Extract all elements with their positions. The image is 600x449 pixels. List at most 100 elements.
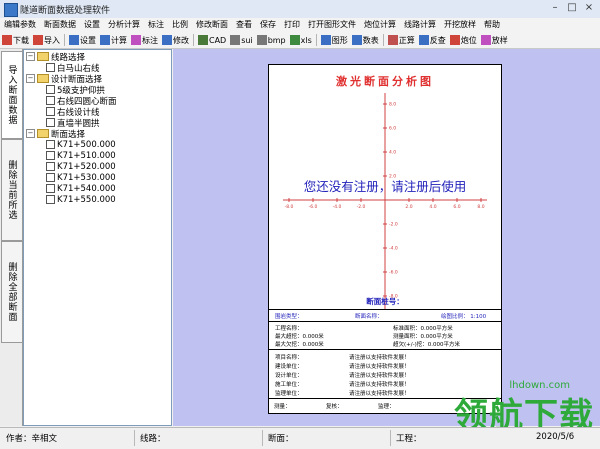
menu-item[interactable]: 帮助 (480, 18, 504, 32)
menu-item[interactable]: 编辑参数 (0, 18, 40, 32)
toolbar-button[interactable]: 炮位 (448, 33, 479, 47)
tree-label: K71+530.000 (57, 172, 116, 183)
collapse-icon[interactable]: − (26, 74, 35, 83)
menu-item[interactable]: 查看 (232, 18, 256, 32)
toolbar-button[interactable]: 正算 (386, 33, 417, 47)
toolbar-button[interactable]: 计算 (98, 33, 129, 47)
checkbox[interactable] (46, 151, 55, 160)
x-tick-label: 6.0 (453, 204, 460, 210)
status-route: 线路： (140, 434, 166, 444)
tree-item[interactable]: K71+540.000 (46, 183, 116, 194)
menu-item[interactable]: 线路计算 (400, 18, 440, 32)
tree-item[interactable]: K71+530.000 (46, 172, 116, 183)
collapse-icon[interactable]: − (26, 129, 35, 138)
checkbox[interactable] (46, 162, 55, 171)
divider (269, 321, 501, 322)
menu-item[interactable]: 打开图形文件 (304, 18, 360, 32)
menu-item[interactable]: 标注 (144, 18, 168, 32)
project-key: 施工单位： (275, 382, 303, 388)
toolbar-button[interactable]: 设置 (67, 33, 98, 47)
toolbar-button[interactable]: 修改 (160, 33, 191, 47)
close-icon[interactable]: × (582, 2, 596, 14)
toolbar-button[interactable]: 图形 (319, 33, 350, 47)
tree-item[interactable]: 5级支护仰拱 (46, 84, 105, 96)
tree-group[interactable]: − 设计断面选择 (26, 73, 102, 85)
menu-item[interactable]: 设置 (80, 18, 104, 32)
project-key: 监理单位： (275, 391, 303, 397)
checkbox[interactable] (46, 140, 55, 149)
tree-item[interactable]: K71+510.000 (46, 150, 116, 161)
checkbox[interactable] (46, 118, 55, 127)
toolbar-button[interactable]: 标注 (129, 33, 160, 47)
toolbar-button[interactable]: 反查 (417, 33, 448, 47)
menu-item[interactable]: 比例 (168, 18, 192, 32)
toolbar-button[interactable]: 放样 (479, 33, 510, 47)
tree-label: K71+500.000 (57, 139, 116, 150)
toolbar-button[interactable]: 数表 (350, 33, 381, 47)
y-tick-label: 4.0 (389, 150, 396, 156)
checkbox[interactable] (46, 184, 55, 193)
tree-item[interactable]: 右线四圆心断面 (46, 95, 117, 107)
checkbox[interactable] (46, 173, 55, 182)
x-tick-label: 4.0 (429, 204, 436, 210)
tree-item[interactable]: K71+550.000 (46, 194, 116, 205)
project-value: 请注册以支持软件发展！ (349, 355, 410, 361)
tree-item[interactable]: K71+520.000 (46, 161, 116, 172)
folder-icon (37, 129, 49, 138)
checkbox[interactable] (46, 85, 55, 94)
x-tick-label: -2.0 (357, 204, 366, 210)
toolbar-button[interactable]: bmp (255, 33, 288, 47)
project-value: 请注册以支持软件发展！ (349, 391, 410, 397)
menu-item[interactable]: 炮位计算 (360, 18, 400, 32)
divider (269, 349, 501, 350)
checkbox[interactable] (46, 63, 55, 72)
tree-item[interactable]: 白马山右线 (46, 62, 100, 74)
tree-item[interactable]: 直墙半圆拱 (46, 117, 100, 129)
toolbar-button[interactable]: sui (228, 33, 254, 47)
tree-item[interactable]: 右线设计线 (46, 106, 100, 118)
toolbar-button[interactable]: 导入 (31, 33, 62, 47)
folder-icon (37, 52, 49, 61)
toolbar-button[interactable]: CAD (196, 33, 228, 47)
status-bar: 作者：辛相文 线路： 断面： 工程： 2020/5/6 (0, 427, 600, 449)
checkbox[interactable] (46, 96, 55, 105)
section-tree[interactable]: − 线路选择 白马山右线 − 设计断面选择 5级支护仰拱 右线四圆心断面 右线设计线 直墙半圆拱… (23, 49, 172, 426)
maximize-icon[interactable]: □ (565, 2, 579, 14)
info-right: 标准面积：0.000平方米 (393, 326, 453, 332)
tree-label: 断面选择 (51, 129, 86, 140)
menu-item[interactable]: 开挖放样 (440, 18, 480, 32)
tree-label: K71+510.000 (57, 150, 116, 161)
x-tick-label: -6.0 (309, 204, 318, 210)
divider (269, 309, 501, 310)
scale-label: 绘图比例： 1:100 (441, 314, 487, 320)
checkbox[interactable] (46, 107, 55, 116)
x-tick-label: -4.0 (333, 204, 342, 210)
toolbar-button-label: 炮位 (460, 35, 477, 45)
tree-group[interactable]: − 断面选择 (26, 128, 86, 140)
tree-group[interactable]: − 线路选择 (26, 51, 85, 63)
collapse-icon[interactable]: − (26, 52, 35, 61)
menu-item[interactable]: 打印 (280, 18, 304, 32)
label-icon (131, 35, 141, 45)
menu-item[interactable]: 断面数据 (40, 18, 80, 32)
tree-item[interactable]: K71+500.000 (46, 139, 116, 150)
tab-import-sections[interactable]: 导入断面数据 (1, 51, 23, 139)
edit-icon (162, 35, 172, 45)
status-project: 工程： (396, 434, 422, 444)
tab-delete-all[interactable]: 删除全部断面 (1, 241, 23, 343)
minimize-icon[interactable]: – (548, 2, 562, 14)
reverse-icon (418, 35, 429, 45)
signature-label: 测量： (274, 404, 291, 410)
toolbar-button-label: sui (241, 35, 253, 45)
menu-item[interactable]: 修改断面 (192, 18, 232, 32)
toolbar-button-label: 正算 (398, 35, 415, 45)
toolbar-button[interactable]: 下载 (0, 33, 31, 47)
toolbar-button-label: xls (300, 35, 312, 45)
project-value: 请注册以支持软件发展！ (349, 382, 410, 388)
checkbox[interactable] (46, 195, 55, 204)
menu-item[interactable]: 保存 (256, 18, 280, 32)
toolbar-button-label: bmp (267, 35, 286, 45)
tab-delete-selected[interactable]: 删除当前所选 (1, 139, 23, 241)
menu-item[interactable]: 分析计算 (104, 18, 144, 32)
toolbar-button[interactable]: xls (288, 33, 314, 47)
